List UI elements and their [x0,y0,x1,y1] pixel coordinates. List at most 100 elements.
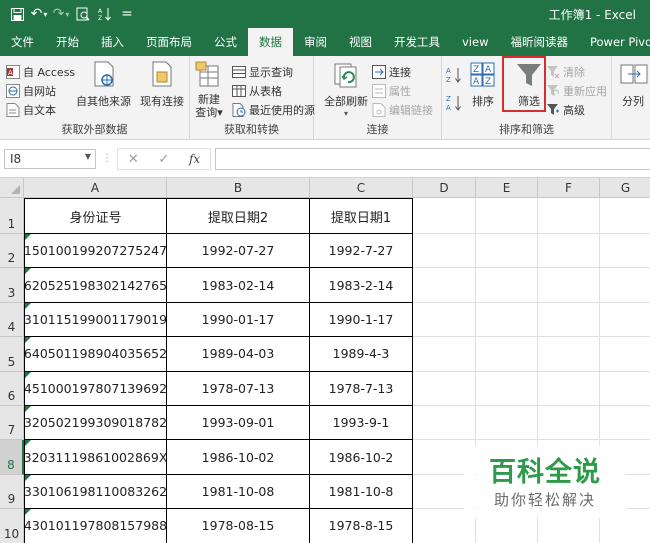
select-all-corner[interactable] [0,178,24,198]
row-header[interactable]: 7 [0,406,24,441]
redo-icon[interactable]: ↷ ▾ [50,3,72,25]
row-header[interactable]: 8 [0,440,24,475]
table-cell[interactable]: 1990-01-17 [167,302,310,338]
tab-9[interactable]: view [451,28,499,56]
customize-qat-icon[interactable]: = [116,3,138,25]
properties-button[interactable]: 属性 [372,83,411,99]
table-cell[interactable] [600,234,650,269]
save-icon[interactable] [6,3,28,25]
edit-links-button[interactable]: 编辑链接 [372,102,433,118]
table-cell[interactable] [413,371,476,406]
tab-7[interactable]: 视图 [338,28,383,56]
table-cell[interactable]: 1993-9-1 [310,406,413,441]
table-cell[interactable]: 1992-07-27 [167,234,310,269]
table-cell[interactable] [413,234,476,269]
tab-10[interactable]: 福昕阅读器 [499,28,579,56]
from-table-button[interactable]: 从表格 [232,83,282,99]
table-cell[interactable]: 1992-7-27 [310,234,413,269]
table-cell[interactable]: 1978-08-15 [167,509,310,543]
table-cell[interactable] [538,371,600,406]
new-query-button[interactable]: 新建 查询▾ [194,60,224,119]
column-header[interactable]: A [24,178,167,198]
table-cell[interactable] [413,198,476,234]
formula-input[interactable] [215,148,650,170]
row-header[interactable]: 6 [0,371,24,406]
table-cell[interactable]: 1978-7-13 [310,371,413,406]
text-to-columns-button[interactable]: 分列 [618,60,648,109]
table-cell[interactable]: 150100199207275247 [24,234,167,269]
tab-11[interactable]: Power Pivot [579,28,650,56]
table-cell[interactable] [600,303,650,338]
column-header[interactable]: B [167,178,310,198]
table-cell[interactable]: 32031119861002869X [24,440,167,475]
tab-5[interactable]: 数据 [248,28,293,56]
table-cell[interactable] [538,198,600,234]
table-cell[interactable] [413,268,476,303]
advanced-filter-button[interactable]: 高级 [546,102,585,118]
tab-2[interactable]: 插入 [90,28,135,56]
row-header[interactable]: 5 [0,337,24,372]
table-cell[interactable]: 1981-10-08 [167,474,310,510]
row-header[interactable]: 2 [0,234,24,269]
existing-connections-button[interactable]: 现有连接 [140,60,184,109]
column-header[interactable]: G [600,178,650,198]
column-header[interactable]: E [476,178,538,198]
table-cell[interactable]: 1983-02-14 [167,268,310,303]
recent-sources-button[interactable]: 最近使用的源 [232,102,315,118]
table-cell[interactable] [413,406,476,441]
table-cell[interactable] [600,406,650,441]
row-header[interactable]: 10 [0,509,24,543]
table-cell[interactable]: 310115199001179019 [24,302,167,338]
table-cell[interactable] [600,198,650,234]
table-cell[interactable] [600,268,650,303]
print-preview-icon[interactable] [72,3,94,25]
column-header[interactable]: D [413,178,476,198]
from-text-button[interactable]: 自文本 [6,102,56,118]
tab-1[interactable]: 开始 [45,28,90,56]
table-cell[interactable]: 1986-10-2 [310,440,413,475]
sort-z-to-a-button[interactable]: ZA [446,94,462,112]
table-cell[interactable] [538,268,600,303]
table-cell[interactable]: 1990-1-17 [310,302,413,338]
sort-ascending-icon[interactable]: AZ [94,3,116,25]
table-cell[interactable]: 1993-09-01 [167,406,310,441]
from-access-button[interactable]: A 自 Access [6,64,75,80]
table-cell[interactable] [538,234,600,269]
table-cell[interactable]: 330106198110083262 [24,474,167,510]
row-header[interactable]: 3 [0,268,24,303]
cancel-entry-icon[interactable]: ✕ [128,152,139,167]
table-header-cell[interactable]: 提取日期2 [167,198,310,234]
from-other-sources-button[interactable]: 自其他来源 [76,60,131,109]
table-cell[interactable] [476,371,538,406]
column-header[interactable]: F [538,178,600,198]
table-cell[interactable]: 620525198302142765 [24,268,167,303]
table-cell[interactable]: 1978-8-15 [310,509,413,543]
table-cell[interactable] [476,337,538,372]
table-cell[interactable] [476,234,538,269]
confirm-entry-icon[interactable]: ✓ [158,152,169,167]
table-cell[interactable] [413,337,476,372]
table-cell[interactable] [538,302,600,338]
table-cell[interactable] [600,372,650,406]
table-cell[interactable] [476,406,538,441]
table-cell[interactable]: 1986-10-02 [167,440,310,475]
name-box[interactable]: I8 ▼ [4,149,96,169]
table-cell[interactable] [476,302,538,338]
table-cell[interactable] [538,337,600,372]
sort-a-to-z-button[interactable]: AZ [446,66,462,84]
column-header[interactable]: C [310,178,413,198]
clear-filter-button[interactable]: 清除 [546,64,585,80]
table-cell[interactable]: 1981-10-8 [310,474,413,510]
table-header-cell[interactable]: 提取日期1 [310,198,413,234]
row-header[interactable]: 1 [0,198,24,234]
table-cell[interactable]: 640501198904035652 [24,337,167,372]
table-cell[interactable] [600,337,650,372]
table-cell[interactable]: 1989-04-03 [167,337,310,372]
table-cell[interactable]: 451000197807139692 [24,371,167,406]
table-header-cell[interactable]: 身份证号 [24,198,167,234]
row-header[interactable]: 9 [0,474,24,510]
table-cell[interactable]: 1983-2-14 [310,268,413,303]
table-cell[interactable] [476,268,538,303]
table-cell[interactable]: 430101197808157988 [24,509,167,543]
table-cell[interactable]: 320502199309018782 [24,406,167,441]
